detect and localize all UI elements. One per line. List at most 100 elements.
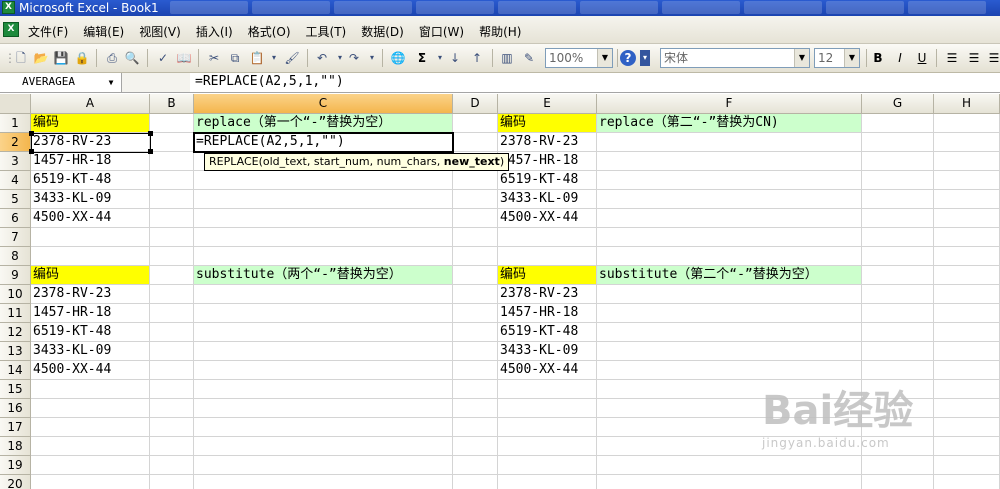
cell-a5[interactable]: 3433-KL-09 [31,190,150,209]
cell-e20[interactable] [498,475,597,489]
cell-b4[interactable] [150,171,194,190]
row-header-10[interactable]: 10 [0,285,31,304]
cell-b18[interactable] [150,437,194,456]
cell-b3[interactable] [150,152,194,171]
cell-e19[interactable] [498,456,597,475]
cell-d18[interactable] [453,437,498,456]
cell-b1[interactable] [150,114,194,133]
format-painter-icon[interactable]: 🖌 [284,50,300,66]
chevron-down-icon[interactable]: ▼ [104,75,118,90]
row-header-8[interactable]: 8 [0,247,31,266]
cell-b6[interactable] [150,209,194,228]
taskbar-tab[interactable] [662,1,740,14]
row-header-16[interactable]: 16 [0,399,31,418]
cell-e7[interactable] [498,228,597,247]
column-header-c[interactable]: C [194,94,453,114]
cell-e13[interactable]: 3433-KL-09 [498,342,597,361]
row-header-5[interactable]: 5 [0,190,31,209]
menu-item[interactable]: 帮助(H) [479,23,521,40]
cell-d6[interactable] [453,209,498,228]
cell-d11[interactable] [453,304,498,323]
cell-e12[interactable]: 6519-KT-48 [498,323,597,342]
cell-g13[interactable] [862,342,934,361]
cell-a20[interactable] [31,475,150,489]
cell-f6[interactable] [597,209,862,228]
cell-f3[interactable] [597,152,862,171]
cell-b15[interactable] [150,380,194,399]
row-header-14[interactable]: 14 [0,361,31,380]
font-name-select[interactable]: 宋体 ▼ [660,48,810,68]
permission-icon[interactable]: 🔒 [74,50,90,66]
cell-d8[interactable] [453,247,498,266]
cell-a8[interactable] [31,247,150,266]
menu-item[interactable]: 数据(D) [361,23,404,40]
row-header-9[interactable]: 9 [0,266,31,285]
help-icon[interactable]: ? [620,50,636,66]
cell-c6[interactable] [194,209,453,228]
chevron-down-icon[interactable]: ▼ [844,49,859,67]
cell-h13[interactable] [934,342,1000,361]
menu-item[interactable]: 插入(I) [196,23,233,40]
drawing-icon[interactable]: ✎ [521,50,537,66]
cell-f4[interactable] [597,171,862,190]
cell-h8[interactable] [934,247,1000,266]
cell-c20[interactable] [194,475,453,489]
column-header-f[interactable]: F [597,94,862,114]
cell-b8[interactable] [150,247,194,266]
cell-c16[interactable] [194,399,453,418]
cell-e14[interactable]: 4500-XX-44 [498,361,597,380]
cell-g20[interactable] [862,475,934,489]
cell-d12[interactable] [453,323,498,342]
cell-d13[interactable] [453,342,498,361]
cell-c9[interactable]: substitute（两个“-”替换为空） [194,266,453,285]
cell-f8[interactable] [597,247,862,266]
cell-d14[interactable] [453,361,498,380]
cell-a17[interactable] [31,418,150,437]
cell-c17[interactable] [194,418,453,437]
cell-h19[interactable] [934,456,1000,475]
paste-dropdown-icon[interactable]: ▾ [266,50,282,66]
bold-button[interactable]: B [870,50,886,66]
cell-d9[interactable] [453,266,498,285]
cell-e1[interactable]: 编码 [498,114,597,133]
taskbar-tab[interactable] [908,1,986,14]
undo-icon[interactable]: ↶ [314,50,330,66]
cell-e6[interactable]: 4500-XX-44 [498,209,597,228]
cell-b7[interactable] [150,228,194,247]
tooltip-current-argument[interactable]: new_text [444,155,500,168]
redo-dropdown-icon[interactable]: ▾ [364,50,380,66]
cell-h4[interactable] [934,171,1000,190]
row-header-1[interactable]: 1 [0,114,31,133]
cell-h7[interactable] [934,228,1000,247]
cell-h20[interactable] [934,475,1000,489]
cell-c13[interactable] [194,342,453,361]
print-preview-icon[interactable]: 🔍 [124,50,140,66]
cell-g11[interactable] [862,304,934,323]
cell-d5[interactable] [453,190,498,209]
cell-b16[interactable] [150,399,194,418]
cell-g3[interactable] [862,152,934,171]
cell-a12[interactable]: 6519-KT-48 [31,323,150,342]
cell-f1[interactable]: replace（第二“-”替换为CN) [597,114,862,133]
cell-g19[interactable] [862,456,934,475]
cell-e5[interactable]: 3433-KL-09 [498,190,597,209]
cell-b14[interactable] [150,361,194,380]
cell-h12[interactable] [934,323,1000,342]
cell-b5[interactable] [150,190,194,209]
workbook-icon[interactable]: X [3,22,19,37]
copy-icon[interactable]: ⧉ [227,50,243,66]
cell-g10[interactable] [862,285,934,304]
column-header-b[interactable]: B [150,94,194,114]
menu-item[interactable]: 工具(T) [306,23,347,40]
taskbar-tab[interactable] [334,1,412,14]
cell-d10[interactable] [453,285,498,304]
cell-e17[interactable] [498,418,597,437]
cell-c18[interactable] [194,437,453,456]
cell-h14[interactable] [934,361,1000,380]
cell-g4[interactable] [862,171,934,190]
cell-d7[interactable] [453,228,498,247]
cell-e16[interactable] [498,399,597,418]
cell-a3[interactable]: 1457-HR-18 [31,152,150,171]
chart-wizard-icon[interactable]: ▥ [499,50,515,66]
cell-f5[interactable] [597,190,862,209]
